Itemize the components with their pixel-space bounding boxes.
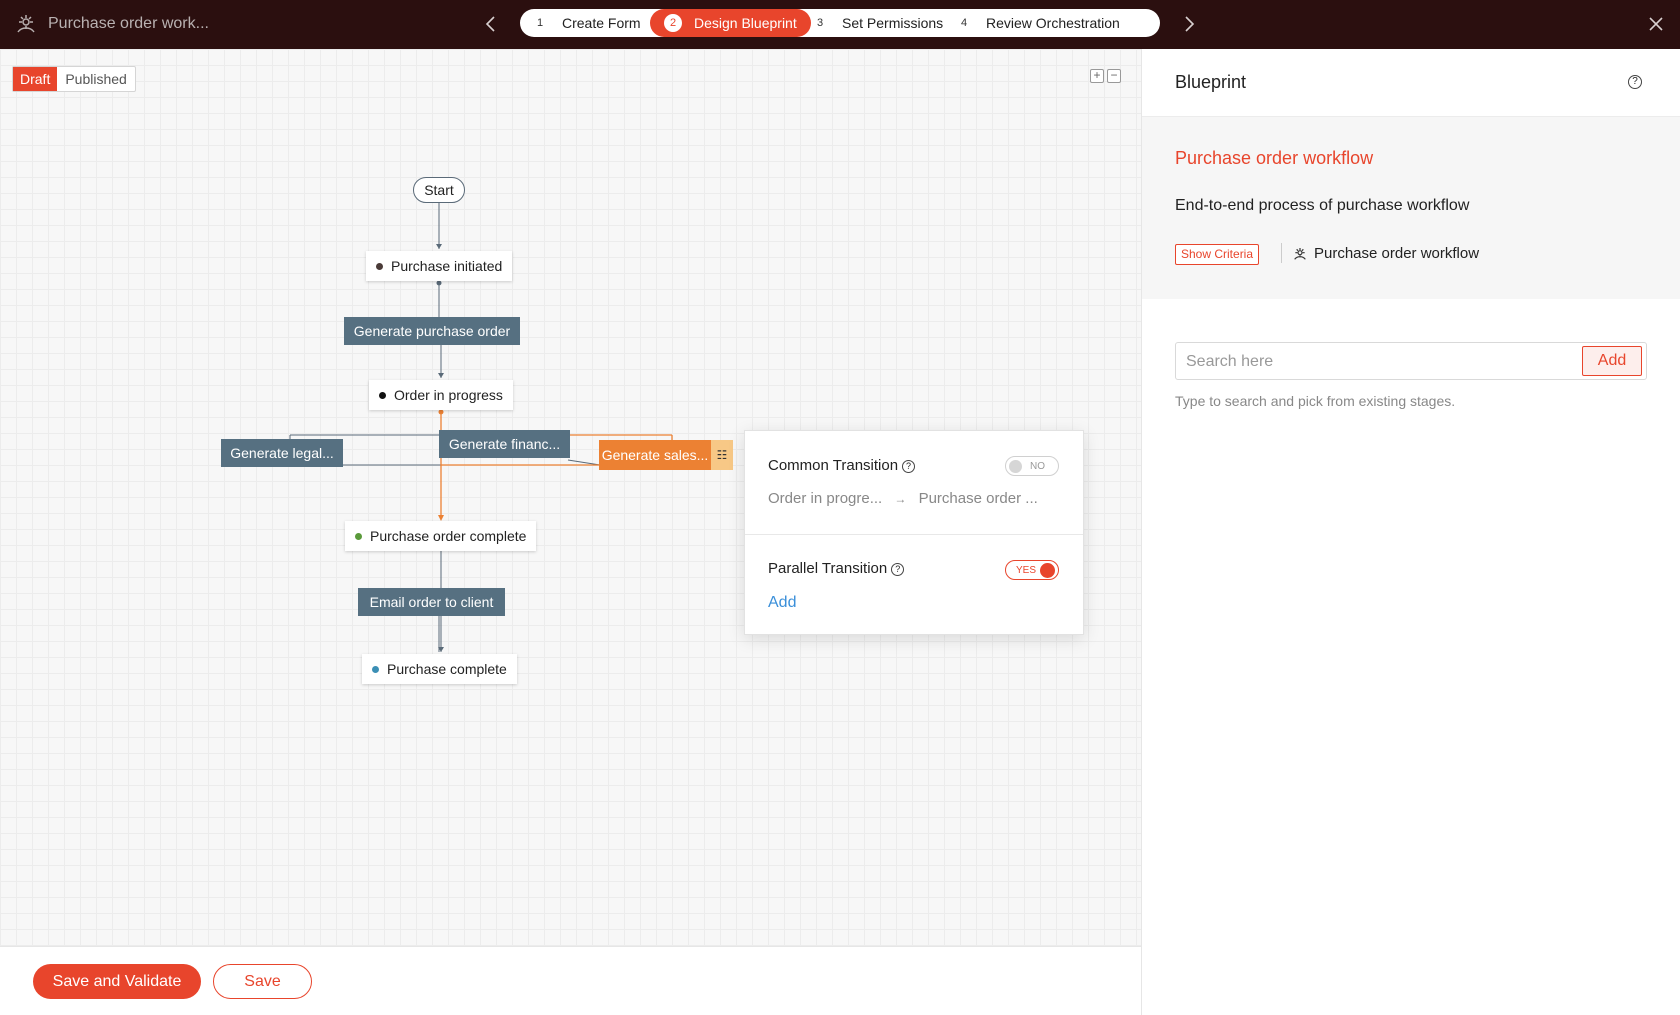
add-stage-button[interactable]: Add bbox=[1582, 346, 1642, 376]
parallel-transition-toggle[interactable]: YES bbox=[1005, 560, 1059, 580]
state-dot bbox=[372, 665, 379, 673]
panel-header: Blueprint ? bbox=[1142, 49, 1680, 117]
transition-generate-sales[interactable]: Generate sales... bbox=[599, 440, 711, 470]
search-input[interactable] bbox=[1186, 351, 1566, 373]
common-transition-toggle[interactable]: NO bbox=[1005, 456, 1059, 476]
save-button[interactable]: Save bbox=[213, 964, 312, 999]
workflow-description: End-to-end process of purchase workflow bbox=[1175, 197, 1470, 214]
divider bbox=[1281, 243, 1282, 263]
zoom-in-icon[interactable]: + bbox=[1090, 69, 1104, 83]
transition-path: Order in progre... → Purchase order ... bbox=[768, 490, 1038, 507]
step-number: 4 bbox=[960, 17, 968, 29]
published-tab[interactable]: Published bbox=[57, 67, 135, 91]
state-label: Order in progress bbox=[394, 387, 503, 403]
state-label: Purchase order complete bbox=[370, 528, 527, 544]
help-icon[interactable]: ? bbox=[902, 460, 916, 473]
transition-email-order-to-client[interactable]: Email order to client bbox=[358, 588, 505, 616]
state-dot bbox=[376, 262, 383, 270]
state-dot bbox=[355, 532, 362, 540]
step-number: 2 bbox=[664, 14, 682, 32]
draft-tab[interactable]: Draft bbox=[13, 67, 58, 91]
chevron-right-icon[interactable] bbox=[1178, 12, 1200, 36]
toggle-knob bbox=[1040, 563, 1055, 578]
step-create-form[interactable]: 1 Create Form bbox=[530, 9, 641, 37]
linked-workflow[interactable]: Purchase order workflow bbox=[1292, 245, 1479, 262]
stepper: 1 Create Form 2 Design Blueprint 3 Set P… bbox=[520, 9, 1160, 37]
state-purchase-complete[interactable]: Purchase complete bbox=[362, 654, 517, 684]
step-label: Review Orchestration bbox=[986, 15, 1120, 31]
blueprint-panel: Blueprint ? Purchase order workflow End-… bbox=[1141, 49, 1680, 1015]
step-label: Design Blueprint bbox=[694, 15, 797, 31]
linked-workflow-label: Purchase order workflow bbox=[1314, 245, 1480, 262]
save-and-validate-button[interactable]: Save and Validate bbox=[33, 964, 201, 999]
step-review-orchestration[interactable]: 4 Review Orchestration bbox=[954, 9, 1120, 37]
toggle-label: YES bbox=[1016, 565, 1037, 576]
state-dot bbox=[379, 391, 386, 399]
status-toggle: Draft Published bbox=[12, 66, 136, 92]
transition-generate-finance[interactable]: Generate financ... bbox=[439, 430, 570, 458]
show-criteria-button[interactable]: Show Criteria bbox=[1175, 244, 1260, 265]
top-bar: Purchase order work... 1 Create Form 2 D… bbox=[0, 0, 1680, 49]
state-label: Purchase initiated bbox=[391, 258, 503, 274]
step-design-blueprint[interactable]: 2 Design Blueprint bbox=[650, 9, 811, 37]
workflow-icon bbox=[17, 15, 35, 33]
close-icon[interactable] bbox=[1645, 13, 1667, 35]
path-to: Purchase order ... bbox=[918, 490, 1038, 507]
toggle-knob bbox=[1009, 460, 1022, 473]
start-node[interactable]: Start bbox=[413, 177, 465, 203]
workflow-icon bbox=[1294, 247, 1306, 260]
divider bbox=[745, 534, 1083, 535]
path-from: Order in progre... bbox=[768, 490, 883, 507]
step-set-permissions[interactable]: 3 Set Permissions bbox=[810, 9, 943, 37]
state-purchase-order-complete[interactable]: Purchase order complete bbox=[345, 521, 537, 551]
transition-generate-legal[interactable]: Generate legal... bbox=[221, 439, 343, 467]
parallel-transition-label: Parallel Transition bbox=[768, 560, 888, 577]
toggle-label: NO bbox=[1030, 461, 1045, 472]
help-icon[interactable]: ? bbox=[1628, 75, 1642, 89]
panel-title: Blueprint bbox=[1175, 72, 1247, 92]
workflow-name[interactable]: Purchase order workflow bbox=[1175, 148, 1373, 169]
footer-bar: Save and Validate Save bbox=[0, 946, 1141, 1015]
step-label: Create Form bbox=[562, 15, 641, 31]
workflow-info: Purchase order workflow End-to-end proce… bbox=[1142, 117, 1680, 299]
state-purchase-initiated[interactable]: Purchase initiated bbox=[366, 251, 513, 281]
stage-search: Add bbox=[1175, 342, 1647, 380]
arrow-right-icon: → bbox=[894, 492, 907, 506]
step-label: Set Permissions bbox=[842, 15, 944, 31]
state-order-in-progress[interactable]: Order in progress bbox=[369, 380, 513, 410]
app-title: Purchase order work... bbox=[48, 15, 209, 32]
parallel-hierarchy-icon[interactable]: ☷ bbox=[711, 440, 733, 470]
step-number: 1 bbox=[536, 17, 544, 29]
transition-popover: Common Transition? NO Order in progre...… bbox=[744, 430, 1084, 635]
help-icon[interactable]: ? bbox=[891, 563, 905, 576]
add-parallel-link[interactable]: Add bbox=[768, 594, 796, 612]
step-number: 3 bbox=[816, 17, 824, 29]
state-label: Purchase complete bbox=[387, 661, 507, 677]
search-hint: Type to search and pick from existing st… bbox=[1175, 393, 1456, 409]
common-transition-label: Common Transition bbox=[768, 457, 899, 474]
parallel-transition-title: Parallel Transition? bbox=[768, 560, 905, 577]
chevron-left-icon[interactable] bbox=[480, 12, 502, 36]
transition-generate-purchase-order[interactable]: Generate purchase order bbox=[344, 317, 520, 345]
zoom-out-icon[interactable]: − bbox=[1107, 69, 1121, 83]
common-transition-title: Common Transition? bbox=[768, 457, 916, 474]
